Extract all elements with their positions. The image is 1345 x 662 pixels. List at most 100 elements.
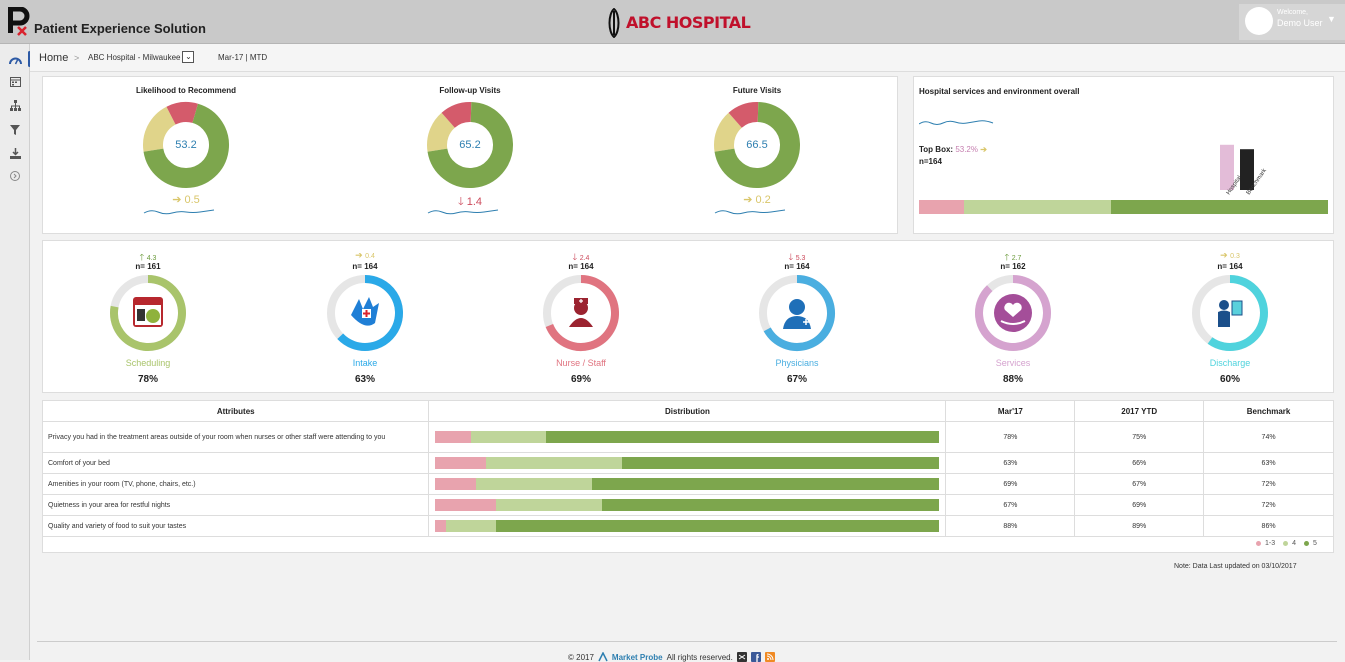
dashboard-icon[interactable] xyxy=(0,48,31,70)
hospital-logo-icon xyxy=(608,8,620,38)
service-percent: 88% xyxy=(1002,374,1023,385)
distribution-cell xyxy=(428,494,947,516)
distribution-segment xyxy=(470,431,547,443)
clock-shape xyxy=(146,309,160,323)
distribution-segment xyxy=(601,499,940,511)
overall-bar-chart: Hospital Benchmark xyxy=(1220,144,1269,196)
header-benchmark: Benchmark xyxy=(1203,400,1334,422)
distribution-segment xyxy=(435,457,486,469)
facebook-icon[interactable] xyxy=(750,652,761,662)
gauge-title: Future Visits xyxy=(732,86,782,95)
table-header-row: Attributes Distribution Mar'17 2017 YTD … xyxy=(41,400,1334,422)
service-trend-value: 5.3 xyxy=(795,255,806,262)
sitemap-icon[interactable] xyxy=(0,94,30,116)
discharge-icon xyxy=(1219,300,1229,310)
service-label: Intake xyxy=(352,358,378,368)
period-label: Mar-17 | MTD xyxy=(218,53,268,62)
brand-link[interactable]: Market Probe xyxy=(612,653,663,662)
table-row: Quietness in your area for restful night… xyxy=(41,494,1334,516)
topbox-line: Top Box: 53.2% ➔ xyxy=(919,145,987,154)
welcome-text: Welcome, xyxy=(1277,9,1308,16)
legend-dot-low xyxy=(1256,541,1261,546)
gauge-segment-red xyxy=(728,102,759,129)
mar17-cell: 78% xyxy=(945,421,1076,453)
update-note: Note: Data Last updated on 03/10/2017 xyxy=(1174,563,1297,570)
download-icon[interactable] xyxy=(0,142,30,164)
top-bar: Patient Experience Solution ABC HOSPITAL… xyxy=(0,0,1345,44)
overall-distribution-bar xyxy=(919,200,1328,214)
attribute-cell: Privacy you had in the treatment areas o… xyxy=(41,421,430,453)
topbox-label: Top Box: xyxy=(919,145,954,154)
attributes-table: Attributes Distribution Mar'17 2017 YTD … xyxy=(41,400,1334,553)
ytd-cell: 67% xyxy=(1074,473,1205,495)
trend-down-icon: 🡓 xyxy=(457,196,467,208)
breadcrumb-separator: > xyxy=(74,53,80,63)
ytd-cell: 69% xyxy=(1074,494,1205,516)
header-ytd: 2017 YTD xyxy=(1074,400,1205,422)
trend-flat-icon: ➔ xyxy=(1220,250,1231,260)
trend-flat-icon: ➔ xyxy=(743,194,756,206)
trend-up-icon: 🡑 xyxy=(1004,252,1012,262)
legend-low: 1-3 xyxy=(1265,540,1276,547)
avatar[interactable] xyxy=(1245,7,1273,35)
rss-icon[interactable] xyxy=(764,652,775,662)
service-trend-value: 0.3 xyxy=(1230,253,1240,260)
doctor-icon xyxy=(789,299,805,315)
service-trend-value: 2.4 xyxy=(579,255,590,262)
gauge-segment-red xyxy=(166,102,198,125)
gauge-trend: 🡓 1.4 xyxy=(430,193,510,212)
distribution-segment xyxy=(475,478,592,490)
benchmark-cell: 74% xyxy=(1203,421,1334,453)
attribute-cell: Comfort of your bed xyxy=(41,452,430,474)
benchmark-cell: 72% xyxy=(1203,494,1334,516)
location-select[interactable]: ABC Hospital - Milwaukee ⌄ xyxy=(88,51,195,63)
copyright: © 2017 xyxy=(568,652,594,662)
distribution-bar xyxy=(435,457,940,469)
breadcrumb-home[interactable]: Home xyxy=(39,52,68,64)
trend-flat-icon: ➔ xyxy=(172,194,185,206)
service-label: Discharge xyxy=(1209,358,1251,368)
gauge-title: Follow-up Visits xyxy=(439,86,501,95)
mar17-cell: 69% xyxy=(945,473,1076,495)
app-title: Patient Experience Solution xyxy=(34,21,206,36)
twitter-icon[interactable] xyxy=(736,652,747,662)
legend-dot-mid xyxy=(1283,541,1289,546)
service-trend-value: 0.4 xyxy=(365,253,375,260)
overall-panel: Hospital services and environment overal… xyxy=(913,76,1334,234)
gauge-sparkline xyxy=(714,209,786,215)
distribution-bar xyxy=(435,478,940,490)
mar17-cell: 88% xyxy=(945,515,1076,537)
gauge-trend: ➔ 0.5 xyxy=(146,193,226,206)
service-n: n= 164 xyxy=(1217,262,1243,271)
person-body xyxy=(1218,310,1230,327)
table-row: Privacy you had in the treatment areas o… xyxy=(41,421,1334,453)
service-n: n= 164 xyxy=(568,262,594,271)
gauge-value: 53.2 xyxy=(175,139,197,151)
service-trend: ➔ 0.3 xyxy=(1200,250,1260,261)
chevron-down-icon[interactable]: ▼ xyxy=(1327,14,1336,24)
distribution-segment xyxy=(435,478,476,490)
ytd-cell: 75% xyxy=(1074,421,1205,453)
service-label: Nurse / Staff xyxy=(556,358,606,368)
services-chart xyxy=(110,275,1268,351)
trend-flat-icon: ➔ xyxy=(980,145,987,154)
distribution-bar xyxy=(435,431,940,443)
user-menu[interactable]: Welcome, Demo User ▼ xyxy=(1239,4,1345,40)
distribution-segment xyxy=(495,499,602,511)
distribution-segment xyxy=(546,431,940,443)
expand-icon[interactable] xyxy=(0,165,30,187)
gauge-trend-value: 0.5 xyxy=(184,194,200,206)
mar17-cell: 63% xyxy=(945,452,1076,474)
calendar-icon[interactable] xyxy=(0,70,30,92)
table-row: Comfort of your bed 63% 66% 63% xyxy=(41,452,1334,474)
gauge-value: 65.2 xyxy=(459,139,481,151)
filter-icon[interactable] xyxy=(0,119,30,141)
service-percent: 67% xyxy=(786,374,807,385)
service-trend: ➔ 0.4 xyxy=(335,250,395,261)
chevron-down-icon[interactable]: ⌄ xyxy=(182,51,195,63)
service-n: n= 162 xyxy=(1000,262,1026,271)
distribution-cell xyxy=(428,452,947,474)
attribute-cell: Quietness in your area for restful night… xyxy=(41,494,430,516)
service-percent: 63% xyxy=(354,374,375,385)
gauge-trend: ➔ 0.2 xyxy=(717,193,797,206)
